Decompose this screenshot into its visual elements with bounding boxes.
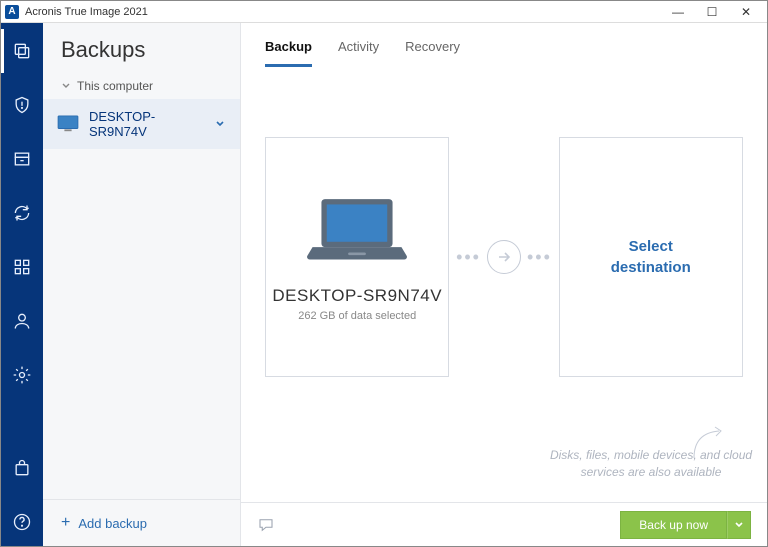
nav-account[interactable] bbox=[1, 307, 43, 335]
monitor-icon bbox=[57, 115, 79, 133]
tab-bar: Backup Activity Recovery bbox=[241, 23, 767, 67]
chevron-down-icon bbox=[61, 81, 71, 91]
flow-arrow: ••• ••• bbox=[449, 240, 558, 274]
backup-list-item[interactable]: DESKTOP-SR9N74V bbox=[43, 99, 240, 149]
nav-backup[interactable] bbox=[1, 37, 43, 65]
group-this-computer[interactable]: This computer bbox=[43, 73, 240, 99]
source-title: DESKTOP-SR9N74V bbox=[272, 286, 442, 306]
nav-sync[interactable] bbox=[1, 199, 43, 227]
backup-now-button[interactable]: Back up now bbox=[620, 511, 727, 539]
copy-icon bbox=[12, 41, 32, 61]
source-subtitle: 262 GB of data selected bbox=[298, 310, 416, 322]
backup-item-label: DESKTOP-SR9N74V bbox=[89, 109, 204, 139]
main-panel: Backup Activity Recovery DESKTOP-SR9N74V bbox=[241, 23, 767, 546]
maximize-button[interactable]: ☐ bbox=[695, 5, 729, 19]
nav-tools[interactable] bbox=[1, 253, 43, 281]
bag-icon bbox=[12, 458, 32, 478]
backup-now-dropdown[interactable] bbox=[727, 511, 751, 539]
window-title: Acronis True Image 2021 bbox=[25, 6, 148, 18]
chevron-down-icon bbox=[214, 118, 226, 130]
comment-icon[interactable] bbox=[257, 516, 275, 534]
dots-icon: ••• bbox=[527, 247, 552, 268]
destination-line2: destination bbox=[611, 257, 691, 278]
arrow-circle-icon bbox=[487, 240, 521, 274]
backup-now-button-group: Back up now bbox=[620, 511, 751, 539]
tab-recovery[interactable]: Recovery bbox=[405, 39, 460, 67]
title-bar: A Acronis True Image 2021 — ☐ ✕ bbox=[1, 1, 767, 23]
help-icon bbox=[12, 512, 32, 532]
minimize-button[interactable]: — bbox=[661, 5, 695, 19]
chevron-down-icon bbox=[734, 520, 744, 530]
curve-arrow-icon bbox=[689, 423, 729, 463]
tab-activity[interactable]: Activity bbox=[338, 39, 379, 67]
sidebar-heading: Backups bbox=[43, 23, 240, 73]
nav-archive[interactable] bbox=[1, 145, 43, 173]
nav-help[interactable] bbox=[1, 508, 43, 536]
plus-icon: + bbox=[61, 514, 70, 532]
gear-icon bbox=[12, 365, 32, 385]
backup-sidebar: Backups This computer DESKTOP-SR9N74V + … bbox=[43, 23, 241, 546]
add-backup-button[interactable]: + Add backup bbox=[43, 499, 240, 546]
destination-line1: Select bbox=[629, 236, 673, 257]
destination-card[interactable]: Select destination bbox=[559, 137, 743, 377]
dots-icon: ••• bbox=[456, 247, 481, 268]
source-card[interactable]: DESKTOP-SR9N74V 262 GB of data selected bbox=[265, 137, 449, 377]
hint-callout: Disks, files, mobile devices, and cloud … bbox=[501, 447, 761, 481]
main-footer: Back up now bbox=[241, 502, 767, 546]
group-label: This computer bbox=[77, 79, 153, 93]
app-icon: A bbox=[5, 5, 19, 19]
nav-settings[interactable] bbox=[1, 361, 43, 389]
tab-backup[interactable]: Backup bbox=[265, 39, 312, 67]
nav-protection[interactable] bbox=[1, 91, 43, 119]
sync-icon bbox=[12, 203, 32, 223]
close-button[interactable]: ✕ bbox=[729, 5, 763, 19]
shield-icon bbox=[12, 95, 32, 115]
add-backup-label: Add backup bbox=[78, 516, 147, 531]
grid-icon bbox=[12, 257, 32, 277]
archive-icon bbox=[12, 149, 32, 169]
vertical-nav bbox=[1, 23, 43, 546]
laptop-icon bbox=[302, 192, 412, 272]
nav-store[interactable] bbox=[1, 454, 43, 482]
user-icon bbox=[12, 311, 32, 331]
